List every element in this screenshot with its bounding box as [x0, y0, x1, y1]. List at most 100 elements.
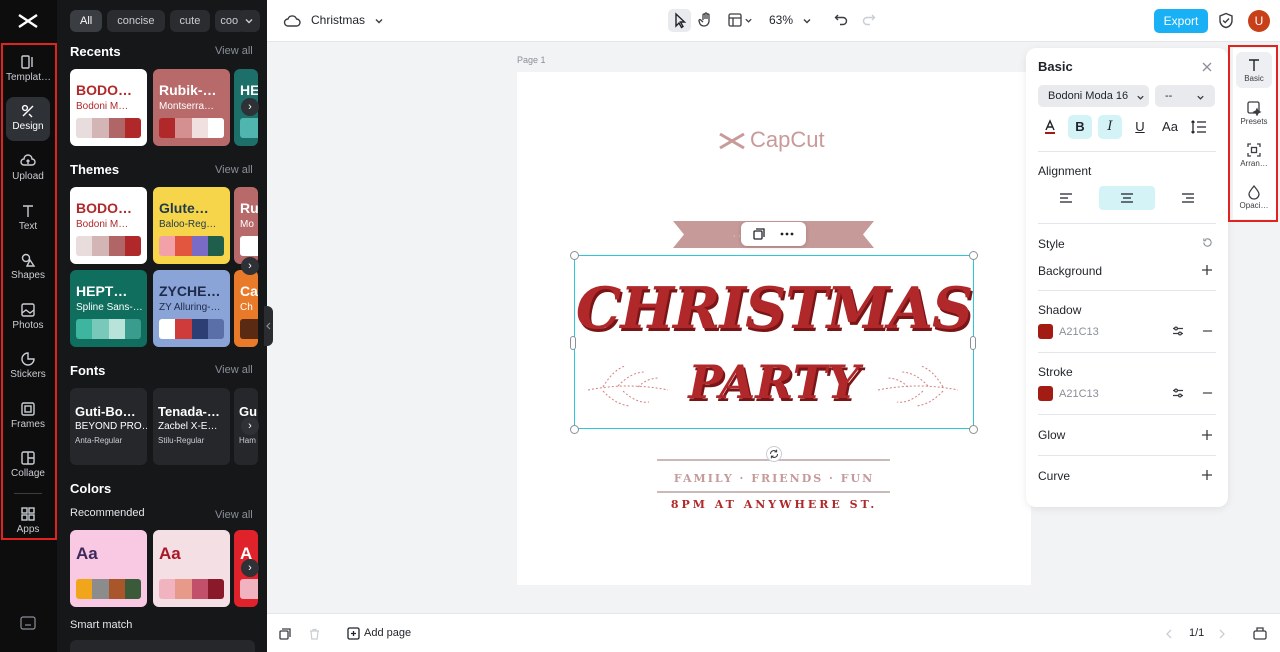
shadow-settings-icon[interactable]: [1172, 325, 1184, 337]
scroll-right-themes[interactable]: ›: [241, 257, 259, 275]
shadow-color-hex: A21C13: [1059, 326, 1099, 338]
theme-card-title: ZYCHE…: [159, 283, 221, 299]
add-page-icon[interactable]: [347, 627, 360, 640]
color-palette-card[interactable]: Aa: [70, 530, 147, 607]
font-family-select[interactable]: Bodoni Moda 16: [1038, 85, 1149, 107]
font-card[interactable]: Guti-Bo… BEYOND PRO… Anta-Regular: [70, 388, 147, 465]
layout-chevron-down-icon[interactable]: [744, 16, 753, 25]
tagline-text[interactable]: FAMILY · FRIENDS · FUN: [517, 472, 1031, 485]
view-all-themes[interactable]: View all: [215, 164, 253, 176]
align-right-button[interactable]: [1160, 186, 1216, 210]
line-spacing-button[interactable]: [1188, 115, 1212, 139]
text-case-button[interactable]: Aa: [1158, 115, 1182, 139]
line-spacing-icon: [1191, 120, 1206, 134]
theme-card-subtitle: Ch: [240, 302, 253, 313]
next-page-icon[interactable]: [1218, 629, 1226, 639]
align-left-button[interactable]: [1038, 186, 1094, 210]
cloud-sync-icon[interactable]: [283, 13, 301, 29]
shield-icon[interactable]: [1218, 12, 1234, 29]
duplicate-icon[interactable]: [753, 228, 765, 240]
undo-icon[interactable]: [834, 13, 848, 27]
color-palette-card[interactable]: Aa: [153, 530, 230, 607]
zoom-level[interactable]: 63%: [769, 13, 793, 27]
scroll-right-fonts[interactable]: ›: [241, 417, 259, 435]
prev-page-icon[interactable]: [1165, 629, 1173, 639]
chip-cute[interactable]: cute: [169, 10, 211, 32]
stroke-settings-icon[interactable]: [1172, 387, 1184, 399]
divider: [1038, 223, 1216, 224]
remove-stroke-icon[interactable]: [1202, 387, 1213, 399]
add-glow-icon[interactable]: [1201, 429, 1213, 441]
scroll-right-recents[interactable]: ›: [241, 98, 259, 116]
view-all-recents[interactable]: View all: [215, 45, 253, 57]
theme-card-subtitle: Mo: [240, 219, 254, 230]
text-color-icon: [1045, 119, 1055, 134]
text-color-button[interactable]: [1038, 115, 1062, 139]
more-options-icon[interactable]: [780, 232, 794, 236]
layout-icon[interactable]: [728, 13, 742, 27]
document-title[interactable]: Christmas: [311, 13, 365, 27]
theme-card[interactable]: BODO… Bodoni M…: [70, 69, 147, 146]
color-swatch: [240, 579, 258, 599]
chips-expand-button[interactable]: [238, 10, 260, 32]
theme-card[interactable]: Rubik-… Montserra…: [153, 69, 230, 146]
theme-card-subtitle: Spline Sans-…: [76, 302, 143, 313]
font-size-select[interactable]: --: [1155, 85, 1215, 107]
keyboard-shortcuts-icon[interactable]: [20, 616, 36, 630]
user-avatar[interactable]: U: [1248, 10, 1270, 32]
italic-button[interactable]: I: [1098, 115, 1122, 139]
bold-button[interactable]: B: [1068, 115, 1092, 139]
add-curve-icon[interactable]: [1201, 469, 1213, 481]
selection-box[interactable]: [574, 255, 974, 429]
theme-card[interactable]: HEPT… Spline Sans-…: [70, 270, 147, 347]
palette-swatches: [240, 579, 258, 599]
font-card[interactable]: Tenada-… Zacbel X-E… Stilu-Regular: [153, 388, 230, 465]
zoom-chevron-down-icon[interactable]: [802, 16, 812, 26]
font-card-f1: Guti-Bo…: [75, 404, 136, 419]
redo-icon[interactable]: [862, 13, 876, 27]
theme-card[interactable]: Ru Mo: [234, 187, 258, 264]
scroll-right-colors[interactable]: ›: [241, 559, 259, 577]
duplicate-page-icon[interactable]: [279, 628, 291, 640]
theme-card[interactable]: BODO… Bodoni M…: [70, 187, 147, 264]
resize-handle-top-left[interactable]: [570, 251, 579, 260]
divider: [1038, 290, 1216, 291]
chip-all[interactable]: All: [70, 10, 103, 32]
theme-card[interactable]: Glute… Baloo-Reg…: [153, 187, 230, 264]
stroke-color-swatch[interactable]: [1038, 386, 1053, 401]
export-button[interactable]: Export: [1154, 9, 1208, 33]
resize-handle-bottom-left[interactable]: [570, 425, 579, 434]
resize-handle-right[interactable]: [970, 336, 976, 350]
view-all-colors[interactable]: View all: [215, 509, 253, 521]
align-center-button[interactable]: [1099, 186, 1155, 210]
capcut-logo-icon[interactable]: [16, 10, 40, 32]
underline-button[interactable]: U: [1128, 115, 1152, 139]
smart-match-area[interactable]: [70, 640, 255, 652]
color-swatch: [76, 118, 93, 138]
rotate-handle[interactable]: [766, 446, 782, 462]
add-page-button[interactable]: Add page: [364, 627, 411, 639]
theme-card-subtitle: Bodoni M…: [76, 101, 129, 112]
panel-collapse-handle[interactable]: [264, 306, 273, 346]
event-time-text[interactable]: 8PM AT ANYWHERE ST.: [517, 498, 1031, 511]
resize-handle-top-right[interactable]: [969, 251, 978, 260]
shadow-color-swatch[interactable]: [1038, 324, 1053, 339]
remove-shadow-icon[interactable]: [1202, 325, 1213, 337]
resize-handle-bottom-right[interactable]: [969, 425, 978, 434]
collapse-pages-icon[interactable]: [1253, 626, 1267, 640]
title-chevron-down-icon[interactable]: [374, 16, 384, 26]
delete-page-icon[interactable]: [309, 628, 320, 640]
chevron-down-icon: [245, 19, 253, 24]
hand-tool-icon[interactable]: [697, 11, 715, 29]
view-all-fonts[interactable]: View all: [215, 364, 253, 376]
theme-card-swatches: [159, 319, 224, 339]
resize-handle-left[interactable]: [570, 336, 576, 350]
chip-concise[interactable]: concise: [107, 10, 165, 32]
theme-card[interactable]: Ca Ch: [234, 270, 258, 347]
theme-card[interactable]: ZYCHE… ZY Alluring-…: [153, 270, 230, 347]
add-background-icon[interactable]: [1201, 264, 1213, 276]
reset-icon[interactable]: [1202, 237, 1213, 248]
color-swatch: [207, 319, 224, 339]
close-icon[interactable]: [1202, 62, 1212, 72]
select-tool-button[interactable]: [668, 9, 691, 32]
